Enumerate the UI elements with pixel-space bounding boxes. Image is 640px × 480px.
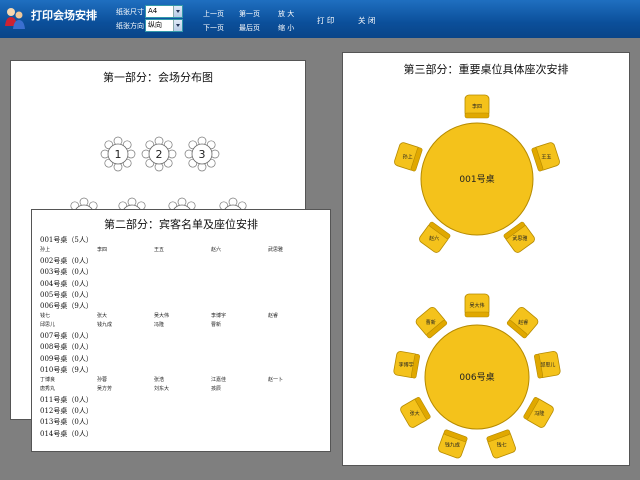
table-row: 008号桌（0人） <box>40 343 93 352</box>
print-toolbar: 打印会场安排 纸张尺寸 A4 纸张方向 纵向 上一页 下一页 第一页 最后页 放… <box>0 0 640 38</box>
venue-table-3: 3 <box>184 136 220 172</box>
guest-name: 赵睿 <box>268 313 279 320</box>
table-row: 003号桌（0人） <box>40 268 93 277</box>
guest-name: 孙蓉 <box>97 377 108 383</box>
paper-size-select[interactable]: A4 <box>145 5 183 18</box>
guest-name: 丁博良 <box>40 377 56 383</box>
page-guest-list: 第二部分：宾客名单及座位安排 001号桌（5人） 孙上 李四 王五 赵六 武思雅 002号桌… <box>31 209 331 452</box>
guest-name: 钱九成 <box>97 322 113 329</box>
seat-name: 赵睿 <box>518 319 528 326</box>
orientation-value: 纵向 <box>148 21 162 29</box>
zoom-out-button[interactable]: 缩 小 <box>278 23 294 33</box>
table-row: 009号桌（0人） <box>40 354 93 363</box>
guest-name: 唐秀丸 <box>40 386 56 392</box>
close-button[interactable]: 关 闭 <box>358 15 375 26</box>
guest-name: 冯隆 <box>154 322 165 329</box>
seat-name: 钱七 <box>497 442 507 449</box>
table-row: 005号桌（0人） <box>40 290 93 299</box>
seat-name: 邱思儿 <box>540 361 555 368</box>
table-row: 007号桌（0人） <box>40 332 93 341</box>
app-title: 打印会场安排 <box>31 9 97 22</box>
table-label: 006号桌 <box>459 371 494 383</box>
seat-name: 曹新 <box>426 319 436 326</box>
chair-back-icon <box>464 311 490 318</box>
seat-name: 孙上 <box>403 153 413 160</box>
seat-name: 武思雅 <box>512 235 527 242</box>
table-number: 1 <box>115 148 122 161</box>
next-page-button[interactable]: 下一页 <box>203 23 224 33</box>
seat-name: 李博宇 <box>399 361 414 368</box>
venue-table-2: 2 <box>141 136 177 172</box>
part1-title: 第一部分：会场分布图 <box>103 71 213 84</box>
table-row: 006号桌（9人） <box>40 302 93 310</box>
chevron-down-icon[interactable] <box>173 20 182 31</box>
seat-name: 冯隆 <box>534 410 544 417</box>
guest-name: 邱思儿 <box>40 322 56 329</box>
prev-page-button[interactable]: 上一页 <box>203 9 224 19</box>
table-row: 001号桌（5人） <box>40 236 93 244</box>
table-row: 014号桌（0人） <box>40 429 93 438</box>
guest-name: 江嘉佳 <box>211 377 227 383</box>
guest-name: 李博宇 <box>211 313 227 320</box>
table-label: 001号桌 <box>459 173 494 185</box>
seat-name: 王五 <box>541 154 551 160</box>
chevron-down-icon[interactable] <box>173 6 182 17</box>
part2-title: 第二部分：宾客名单及座位安排 <box>104 218 258 231</box>
guest-name: 孙上 <box>40 247 51 254</box>
chair-back-icon <box>464 112 490 119</box>
table-row: 013号桌（0人） <box>40 418 93 427</box>
guest-name: 钱七 <box>40 313 51 320</box>
guest-name: 李四 <box>97 247 108 254</box>
guest-name: 武思雅 <box>268 247 284 254</box>
guest-name: 刘东大 <box>154 386 170 392</box>
guest-name: 赵一卜 <box>268 377 284 383</box>
seating-diagram: 001号桌 李四王五武思雅 赵六 孙上 006号桌 吴大伟赵睿邱思儿冯隆钱七 钱九成 张大 李博… <box>393 94 561 459</box>
table-row: 010号桌（9人） <box>40 365 93 374</box>
guest-name: 孩辰 <box>211 386 222 392</box>
guest-name: 赵六 <box>211 247 222 254</box>
guest-name: 吴大伟 <box>154 313 170 320</box>
zoom-in-button[interactable]: 放 大 <box>278 9 294 19</box>
seat-name: 钱九成 <box>445 442 460 449</box>
guest-name: 曹新 <box>211 322 222 329</box>
print-button[interactable]: 打 印 <box>317 15 334 26</box>
first-page-button[interactable]: 第一页 <box>239 9 260 19</box>
table-row: 004号桌（0人） <box>40 279 93 288</box>
paper-size-label: 纸张尺寸 <box>116 8 144 16</box>
seat-table-001: 001号桌 李四王五武思雅 赵六 孙上 <box>394 94 560 253</box>
orientation-select[interactable]: 纵向 <box>145 19 183 32</box>
paper-size-value: A4 <box>148 7 158 15</box>
guest-name: 吴方芳 <box>97 386 113 392</box>
seat-name: 张大 <box>410 410 420 417</box>
page-seat-arrangement: 第三部分：重要桌位具体座次安排 001号桌 李四 王五 武思雅 赵六 孙上 006号桌 吴大伟… <box>342 52 630 466</box>
table-row: 012号桌（0人） <box>40 407 93 416</box>
seat-name: 吴大伟 <box>469 302 484 309</box>
guest-name: 张浩 <box>154 377 165 383</box>
table-row: 002号桌（0人） <box>40 257 93 266</box>
guest-name: 王五 <box>154 247 165 254</box>
seat-table-006: 006号桌 吴大伟赵睿邱思儿冯隆钱七 钱九成 张大 李博宇 曹新 <box>393 293 561 459</box>
seat-name: 赵六 <box>429 235 439 242</box>
people-icon <box>5 8 25 29</box>
venue-table-1: 1 <box>100 136 136 172</box>
orientation-label: 纸张方向 <box>116 22 144 30</box>
table-number: 3 <box>199 148 206 161</box>
seat-name: 李四 <box>472 103 482 110</box>
guest-name: 张大 <box>97 313 108 320</box>
last-page-button[interactable]: 最后页 <box>239 23 260 33</box>
table-row: 011号桌（0人） <box>40 396 93 404</box>
table-number: 2 <box>156 148 163 161</box>
